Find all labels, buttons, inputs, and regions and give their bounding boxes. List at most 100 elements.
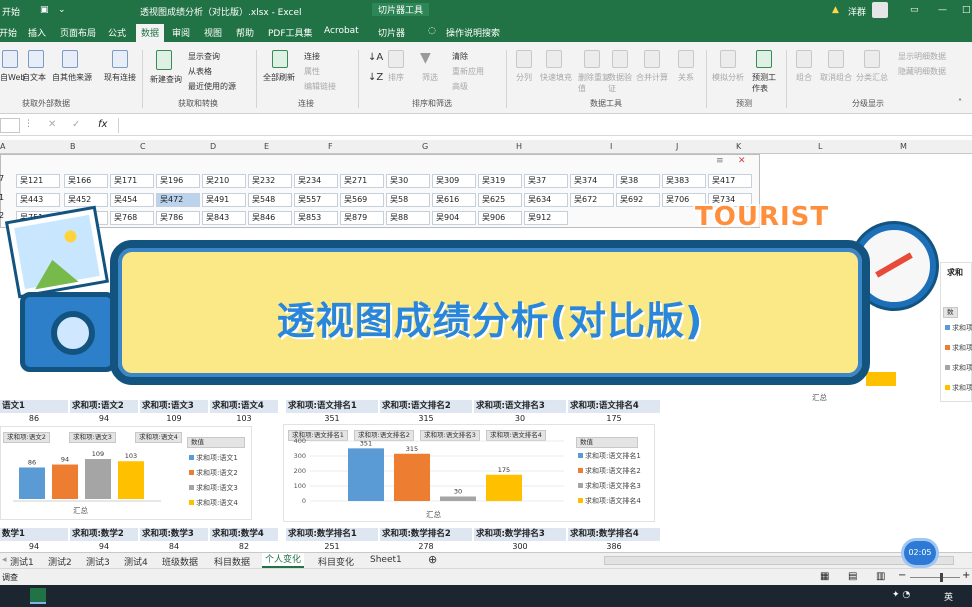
what-if-button[interactable]: 模拟分析 xyxy=(712,72,744,83)
relationships-icon[interactable] xyxy=(678,50,694,68)
sheet-tab[interactable]: 测试3 xyxy=(86,555,110,568)
chart-chinese-rank[interactable]: 求和项:语文排名1 求和项:语文排名2 求和项:语文排名3 求和项:语文排名4 … xyxy=(283,424,655,522)
column-header[interactable]: A xyxy=(0,142,5,151)
legend-title-button[interactable]: 数值 xyxy=(576,437,638,448)
bar[interactable] xyxy=(486,474,522,501)
text-to-columns-icon[interactable] xyxy=(516,50,532,68)
cancel-icon[interactable]: ✕ xyxy=(48,119,56,130)
zoom-slider[interactable] xyxy=(910,577,960,578)
pivot-value[interactable]: 94 xyxy=(70,413,138,425)
tab-acrobat[interactable]: Acrobat xyxy=(324,26,359,36)
zoom-out-icon[interactable]: − xyxy=(898,570,906,581)
clear-filter-icon[interactable]: ✕ xyxy=(738,156,746,166)
pivot-header[interactable]: 求和项:数学排名3 xyxy=(474,528,566,541)
properties-button[interactable]: 属性 xyxy=(304,66,320,77)
slicer-item[interactable]: 吴234 xyxy=(294,174,338,188)
collapse-ribbon-icon[interactable]: ˄ xyxy=(958,98,962,107)
pivot-header[interactable]: 求和项:数学排名4 xyxy=(568,528,660,541)
column-header[interactable]: L xyxy=(818,142,822,151)
column-header[interactable]: K xyxy=(736,142,741,151)
tab-slicer[interactable]: 切片器 xyxy=(378,26,405,39)
pivot-header[interactable]: 求和项:数学排名2 xyxy=(380,528,472,541)
slicer-item[interactable]: 吴853 xyxy=(294,211,338,225)
from-table-button[interactable]: 从表格 xyxy=(188,66,212,77)
pivot-header[interactable]: 求和项:语文排名1 xyxy=(286,400,378,413)
hide-detail-button[interactable]: 隐藏明细数据 xyxy=(898,66,946,77)
slicer-item[interactable]: 吴912 xyxy=(524,211,568,225)
slicer-item[interactable]: 吴171 xyxy=(110,174,154,188)
other-sources-button[interactable]: 自其他来源 xyxy=(52,72,92,83)
pivot-header[interactable]: 求和项:数学4 xyxy=(210,528,278,541)
page-break-view-icon[interactable]: ▥ xyxy=(876,571,885,582)
chart-chinese-scores[interactable]: 求和项:语文2 求和项:语文3 求和项:语文4 86 94 109 103 汇总 数值… xyxy=(0,426,252,520)
new-query-icon[interactable] xyxy=(156,50,172,70)
data-validation-button[interactable]: 数据验证 xyxy=(608,72,638,94)
slicer-item[interactable]: 吴904 xyxy=(432,211,476,225)
warning-icon[interactable]: ▲ xyxy=(832,5,839,15)
slicer-item[interactable]: 吴38 xyxy=(616,174,660,188)
column-header[interactable]: F xyxy=(328,142,333,151)
minimize-icon[interactable]: — xyxy=(938,5,947,15)
legend-item[interactable]: 求和项:语文排名2 xyxy=(578,466,641,476)
multi-select-icon[interactable]: ≡ xyxy=(716,156,724,166)
tab-insert[interactable]: 插入 xyxy=(28,26,46,39)
sort-icon[interactable] xyxy=(388,50,404,68)
text-to-columns-button[interactable]: 分列 xyxy=(516,72,532,83)
avatar[interactable] xyxy=(872,2,888,18)
bar[interactable] xyxy=(118,461,144,499)
slicer-item[interactable]: 吴491 xyxy=(202,193,246,207)
tab-view[interactable]: 视图 xyxy=(204,26,222,39)
group-icon[interactable] xyxy=(796,50,812,68)
tab-home-partial[interactable]: 开始 xyxy=(0,26,17,39)
legend-item[interactable]: 求和项:语文排名4 xyxy=(578,496,641,506)
pivot-header[interactable]: 求和项:数学排名1 xyxy=(286,528,378,541)
bar[interactable] xyxy=(52,464,78,499)
user-name[interactable]: 洋群 xyxy=(848,5,866,18)
reapply-button[interactable]: 重新应用 xyxy=(452,66,484,77)
column-header[interactable]: G xyxy=(422,142,428,151)
slicer-item[interactable]: 吴210 xyxy=(202,174,246,188)
legend-item[interactable]: 求和项:语文4 xyxy=(189,498,238,508)
slicer-item[interactable]: 吴616 xyxy=(432,193,476,207)
slicer-item[interactable]: 吴472 xyxy=(156,193,200,207)
sort-za-icon[interactable]: ↓Z xyxy=(368,72,383,83)
filter-button[interactable]: 筛选 xyxy=(422,72,438,83)
legend-item[interactable]: 求和项:语文排名3 xyxy=(578,481,641,491)
what-if-icon[interactable] xyxy=(720,50,736,68)
flash-fill-button[interactable]: 快速填充 xyxy=(540,72,572,83)
input-method-indicator[interactable]: 英 xyxy=(944,590,953,603)
slicer-item[interactable]: 吴166 xyxy=(64,174,108,188)
other-sources-icon[interactable] xyxy=(62,50,78,68)
slicer-item[interactable]: 吴443 xyxy=(16,193,60,207)
slicer-item[interactable]: 吴692 xyxy=(616,193,660,207)
recent-sources-button[interactable]: 最近使用的源 xyxy=(188,81,236,92)
forecast-sheet-button[interactable]: 预测工作表 xyxy=(752,72,778,94)
formula-input[interactable] xyxy=(118,118,970,133)
slicer-item[interactable]: 吴672 xyxy=(570,193,614,207)
subtotal-icon[interactable] xyxy=(864,50,880,68)
slicer-item[interactable]: 吴37 xyxy=(524,174,568,188)
sheet-tab[interactable]: 测试2 xyxy=(48,555,72,568)
ungroup-button[interactable]: 取消组合 xyxy=(820,72,852,83)
pivot-value[interactable]: 109 xyxy=(140,413,208,425)
connections-button[interactable]: 连接 xyxy=(304,51,320,62)
group-button[interactable]: 组合 xyxy=(796,72,812,83)
slicer-item[interactable]: 吴30 xyxy=(386,174,430,188)
pivot-value[interactable]: 86 xyxy=(0,413,68,425)
legend-item[interactable]: 求和项:语文1 xyxy=(189,453,238,463)
show-queries-button[interactable]: 显示查询 xyxy=(188,51,220,62)
slicer-item[interactable]: 吴879 xyxy=(340,211,384,225)
pivot-header[interactable]: 求和项:语文排名3 xyxy=(474,400,566,413)
enter-icon[interactable]: ✓ xyxy=(72,119,80,130)
sheet-tab[interactable]: 科目变化 xyxy=(318,555,354,568)
legend-item[interactable]: 求和项:语文3 xyxy=(189,483,238,493)
existing-connections-icon[interactable] xyxy=(112,50,128,68)
slicer-item[interactable]: 吴454 xyxy=(110,193,154,207)
horizontal-scrollbar[interactable] xyxy=(604,556,954,565)
maximize-icon[interactable]: □ xyxy=(962,5,971,15)
bar[interactable] xyxy=(394,453,430,501)
slicer-item[interactable]: 吴374 xyxy=(570,174,614,188)
web-icon[interactable] xyxy=(2,50,18,68)
sheet-tab[interactable]: 班级数据 xyxy=(162,555,198,568)
chart-partial-right[interactable]: 求和 数 求和项 求和项 求和项 求和项 xyxy=(940,262,972,402)
